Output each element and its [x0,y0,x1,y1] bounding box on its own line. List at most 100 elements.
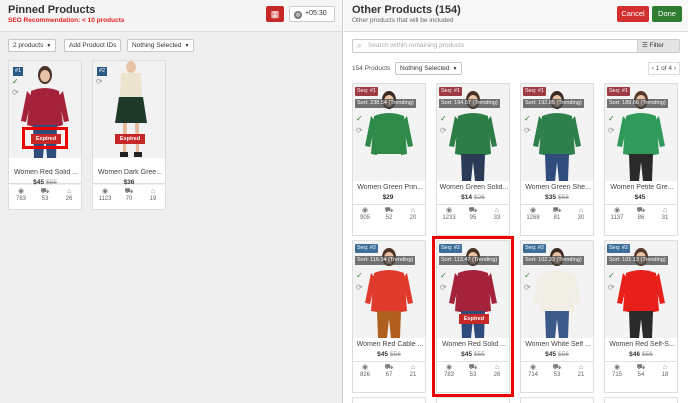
search-icon: ⌕ [357,41,362,50]
check-icon: ✓ [608,271,615,280]
product-name: Women Green Prin... [357,184,423,191]
eye-icon: ◉ [361,364,369,371]
views-stat: ◉ 1123 [93,187,117,207]
next-page-icon[interactable]: › [672,65,676,72]
product-stats: ◉ 715 ⛟ 54 ⌂ 18 [605,363,677,383]
product-name: Women Green Solid... [439,184,509,191]
timezone-label: +05:30 [305,10,327,17]
basket-icon: ⌂ [494,207,500,214]
sort-score-badge: Sort: 116.34 (Trending) [355,256,416,265]
search-input[interactable]: Search within remaining products [368,42,464,49]
pinning-app: Pinned Products SEO Recommendation: < 10… [0,0,688,403]
carts-value: 53 [41,196,49,202]
product-stats: ◉ 1137 ⛟ 86 ⌂ 31 [605,206,677,226]
product-card[interactable]: Seq: #1 Sort: 194.57 (Trending) ✓ ⟳ Women Gr… [436,83,510,236]
product-name: Women Red Self-S... [609,341,675,348]
basket-icon: ⌂ [150,188,156,195]
product-card[interactable]: Seq: #2 Sort: 101.13 (Trending) ✓ ⟳ Women Re… [604,240,678,393]
done-button[interactable]: Done [652,6,682,22]
pinned-selection-dropdown[interactable]: Nothing Selected ▼ [127,39,195,52]
views-stat: ◉ 1233 [437,206,461,226]
product-name: Women Petite Gre... [610,184,674,191]
views-value: 783 [15,196,26,202]
product-price: $45 $56 [353,351,425,358]
product-count: 154 Products [352,65,391,72]
filter-label: Filter [649,42,665,49]
selection-label: Nothing Selected [132,42,182,49]
product-card[interactable]: Seq: #2 Sort: 102.33 (Trending) ✓ ⟳ Women Wh… [520,240,594,393]
views-value: 1137 [610,215,624,221]
product-card-partial[interactable] [436,397,510,403]
price-value: $35 [545,194,556,201]
products-count-dropdown[interactable]: 2 products ▼ [8,39,57,52]
pinned-card-1[interactable]: #1 ✓ ⟳ Expired Women Red Solid ... $45 $5… [8,60,82,186]
pinned-card-2[interactable]: #2 ⟳ Expired Women Dark Gree... $36 [92,60,166,186]
cart-icon: ⛟ [636,207,646,214]
product-card-partial[interactable] [520,397,594,403]
orders-value: 30 [577,215,585,221]
cart-icon: ⛟ [468,207,478,214]
orders-value: 19 [149,196,157,202]
product-card[interactable]: Seq: #1 Sort: 189.66 (Trending) ✓ ⟳ Women Pe… [604,83,678,236]
pagination[interactable]: ‹ 1 of 4 › [647,62,680,75]
sort-score-badge: Sort: 101.13 (Trending) [607,256,668,265]
product-card[interactable]: Seq: #1 Sort: 238.54 (Trending) ✓ ⟳ Women Gr… [352,83,426,236]
orders-stat: ⌂ 26 [57,187,81,207]
cart-icon: ⛟ [124,188,134,195]
product-card[interactable]: Seq: #2 Sort: 116.34 (Trending) ✓ ⟳ Women Re… [352,240,426,393]
check-icon: ✓ [12,77,19,86]
pin-number-badge: #2 [97,67,107,76]
sync-icon: ⟳ [356,283,363,292]
views-stat: ◉ 905 [353,206,377,226]
sequence-badge: Seq: #2 [355,244,378,253]
sync-icon: ⟳ [12,88,19,97]
product-card-partial[interactable] [604,397,678,403]
orders-value: 31 [661,215,669,221]
chevron-down-icon: ▼ [46,43,52,49]
cart-icon: ⛟ [384,364,394,371]
page-indicator: 1 of 4 [655,65,673,72]
basket-icon: ⌂ [66,188,72,195]
sequence-badge: Seq: #2 [607,244,630,253]
sort-score-badge: Sort: 194.57 (Trending) [439,99,500,108]
carts-value: 53 [553,372,561,378]
carts-stat: ⛟ 70 [117,187,141,207]
eye-icon: ◉ [445,207,453,214]
product-price: $46 $56 [605,351,677,358]
check-icon: ✓ [524,114,531,123]
divider [353,361,425,362]
eye-icon: ◉ [529,207,537,214]
views-stat: ◉ 715 [605,363,629,383]
cart-icon: ⛟ [40,188,50,195]
product-card-partial[interactable] [352,397,426,403]
calendar-button[interactable]: ▦ [266,6,284,22]
sync-icon: ⟳ [356,126,363,135]
divider [521,204,593,205]
views-stat: ◉ 714 [521,363,545,383]
eye-icon: ◉ [17,188,25,195]
price-value: $45 [634,194,646,201]
other-selection-dropdown[interactable]: Nothing Selected ▼ [395,62,463,75]
price-value: $45 [545,351,556,358]
orders-stat: ⌂ 31 [653,206,677,226]
product-image: #2 ⟳ Expired [93,61,165,158]
product-name: Women White Self ... [525,341,591,348]
product-card[interactable]: Seq: #1 Sort: 192.85 (Trending) ✓ ⟳ Women Gr… [520,83,594,236]
orders-stat: ⌂ 20 [401,206,425,226]
pinned-card-1-stats: ◉ 783 ⛟ 53 ⌂ 26 [8,185,82,210]
orders-value: 33 [493,215,501,221]
product-image: Seq: #2 Sort: 101.13 (Trending) ✓ ⟳ [605,241,677,338]
views-stat: ◉ 826 [353,363,377,383]
filter-icon: ☰ [642,42,650,49]
timezone-button[interactable]: ◍ +05:30 [289,6,335,22]
cancel-button[interactable]: Cancel [617,6,649,22]
product-stats: ◉ 826 ⛟ 67 ⌂ 21 [353,363,425,383]
sequence-badge: Seq: #2 [523,244,546,253]
search-bar[interactable]: ⌕ Search within remaining products ☰ Fil… [352,39,680,53]
price-value: $14 [461,194,472,201]
add-product-ids-button[interactable]: Add Product IDs [64,39,122,52]
pinned-card-2-stats: ◉ 1123 ⛟ 70 ⌂ 19 [92,185,166,210]
price-value: $29 [382,194,394,201]
eye-icon: ◉ [613,364,621,371]
filter-button[interactable]: ☰ Filter [637,40,679,52]
